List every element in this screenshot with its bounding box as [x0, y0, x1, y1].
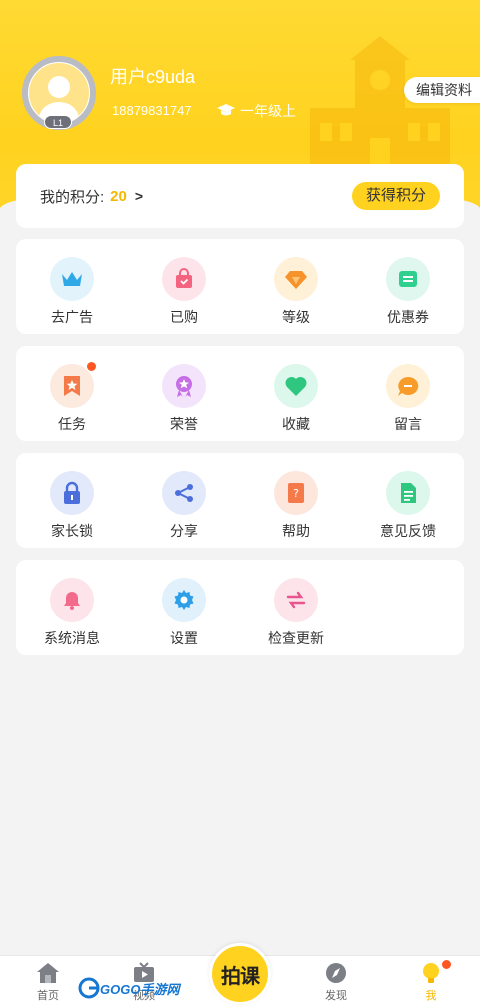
- phone-number: 18879831747: [112, 103, 192, 118]
- grade-info: 一年级上: [216, 101, 296, 121]
- medal-icon: [162, 364, 206, 408]
- shopping-bag-icon: [162, 257, 206, 301]
- points-value: 20: [110, 187, 127, 205]
- tab-discover[interactable]: 发现: [306, 962, 366, 1003]
- services-grid-1: 去广告 已购 等级 优惠券: [16, 239, 464, 334]
- help-book-icon: ?: [274, 471, 318, 515]
- grid-label: 去广告: [51, 309, 93, 325]
- grid-label: 等级: [282, 309, 310, 325]
- tab-label: 发现: [325, 990, 347, 1002]
- grid-item-coupons[interactable]: 优惠券: [352, 257, 464, 334]
- notification-dot: [87, 362, 96, 371]
- center-snap-button[interactable]: 拍课: [209, 943, 271, 1005]
- heart-icon: [274, 364, 318, 408]
- compass-icon: [326, 963, 346, 983]
- tab-label: 首页: [37, 990, 59, 1002]
- watermark-logo: GOGO手游网: [78, 975, 179, 1001]
- grid-label: 荣誉: [170, 416, 198, 432]
- grid-label: 意见反馈: [380, 523, 436, 539]
- grid-item-help[interactable]: ? 帮助: [240, 471, 352, 548]
- gogo-logo-icon: [78, 977, 100, 999]
- grid-label: 收藏: [282, 416, 310, 432]
- svg-text:?: ?: [293, 487, 299, 500]
- tab-me[interactable]: 我: [401, 960, 461, 1003]
- points-label: 我的积分:: [40, 188, 105, 206]
- grid-item-check-update[interactable]: 检查更新: [240, 578, 352, 655]
- points-card[interactable]: 我的积分: 20 > 获得积分: [16, 164, 464, 228]
- avatar-placeholder-icon: [29, 63, 89, 123]
- grid-item-messages[interactable]: 留言: [352, 364, 464, 441]
- grid-label: 留言: [394, 416, 422, 432]
- edit-profile-button[interactable]: 编辑资料: [404, 77, 480, 103]
- notification-dot: [442, 960, 451, 969]
- username: 用户c9uda: [110, 67, 196, 87]
- grid-item-feedback[interactable]: 意见反馈: [352, 471, 464, 548]
- grid-label: 任务: [58, 416, 86, 432]
- lightbulb-icon: [423, 963, 439, 983]
- grid-label: 已购: [170, 309, 198, 325]
- grid-item-honors[interactable]: 荣誉: [128, 364, 240, 441]
- services-grid-4: 系统消息 设置 检查更新: [16, 560, 464, 655]
- task-star-icon: [50, 362, 96, 408]
- coupon-icon: [386, 257, 430, 301]
- grid-item-level[interactable]: 等级: [240, 257, 352, 334]
- message-icon: [386, 364, 430, 408]
- chevron-right-icon[interactable]: >: [135, 188, 143, 204]
- services-grid-3: 家长锁 分享 ? 帮助 意见反馈: [16, 453, 464, 548]
- tab-home[interactable]: 首页: [18, 962, 78, 1003]
- level-badge: L1: [44, 115, 72, 129]
- grid-item-favorites[interactable]: 收藏: [240, 364, 352, 441]
- crown-icon: [50, 257, 94, 301]
- grid-item-purchased[interactable]: 已购: [128, 257, 240, 334]
- diamond-icon: [274, 257, 318, 301]
- grid-label: 系统消息: [44, 630, 100, 646]
- grid-item-parental-lock[interactable]: 家长锁: [16, 471, 128, 548]
- grid-label: 分享: [170, 523, 198, 539]
- feedback-doc-icon: [386, 471, 430, 515]
- grade-label: 一年级上: [240, 103, 296, 119]
- watermark-text: GOGO手游网: [100, 981, 180, 997]
- grid-item-system-messages[interactable]: 系统消息: [16, 578, 128, 655]
- grid-label: 帮助: [282, 523, 310, 539]
- earn-points-button[interactable]: 获得积分: [351, 182, 440, 210]
- home-icon: [37, 963, 59, 983]
- grid-item-share[interactable]: 分享: [128, 471, 240, 548]
- bell-icon: [50, 578, 94, 622]
- graduation-cap-icon: [217, 104, 235, 116]
- grid-item-tasks[interactable]: 任务: [16, 362, 128, 441]
- grid-item-settings[interactable]: 设置: [128, 578, 240, 655]
- refresh-arrows-icon: [274, 578, 318, 622]
- gear-icon: [162, 578, 206, 622]
- services-grid-2: 任务 荣誉 收藏 留言: [16, 346, 464, 441]
- grid-item-remove-ads[interactable]: 去广告: [16, 257, 128, 334]
- tab-label: 我: [425, 990, 437, 1002]
- grid-label: 检查更新: [268, 630, 324, 646]
- share-icon: [162, 471, 206, 515]
- grid-label: 家长锁: [51, 523, 93, 539]
- grid-label: 优惠券: [387, 309, 429, 325]
- grid-label: 设置: [170, 630, 198, 646]
- center-button-label: 拍课: [221, 963, 260, 988]
- lock-icon: [50, 471, 94, 515]
